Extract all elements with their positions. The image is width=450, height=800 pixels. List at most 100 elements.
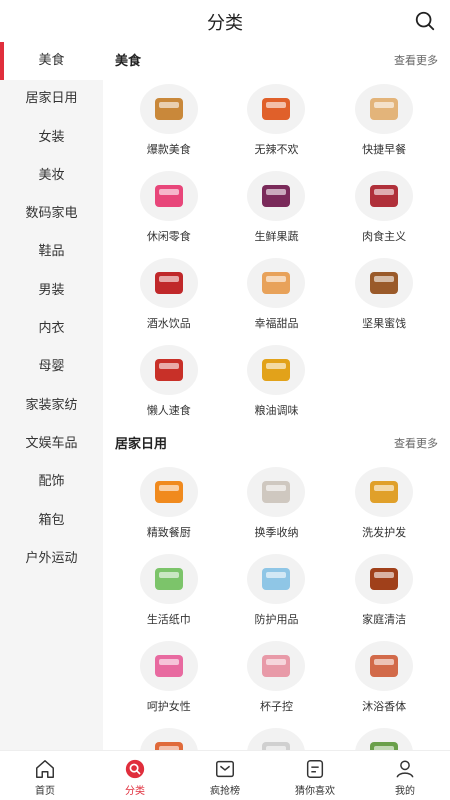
sidebar-item-underwear[interactable]: 内衣 bbox=[0, 310, 103, 348]
subcategory-label: 洗发护发 bbox=[362, 526, 407, 539]
tab-label: 我的 bbox=[395, 786, 415, 797]
subcategory-label: 精致餐厨 bbox=[146, 526, 191, 539]
subcategory-label: 生活纸巾 bbox=[146, 613, 191, 626]
page-title: 分类 bbox=[207, 13, 243, 34]
sidebar-item-home-textile[interactable]: 家装家纺 bbox=[0, 387, 103, 425]
section-header: 美食 查看更多 bbox=[115, 42, 438, 77]
tab-label: 分类 bbox=[125, 786, 145, 797]
sidebar-item-label: 鞋品 bbox=[38, 244, 65, 260]
subcategory-item[interactable]: 爆款美食 bbox=[115, 77, 223, 164]
category-sidebar: 美食 居家日用 女装 美妆 数码家电 鞋品 男装 内衣 母婴 家装家纺 文娱车品… bbox=[0, 42, 103, 750]
subcategory-item[interactable]: 坚果蜜饯 bbox=[330, 251, 438, 338]
subcategory-item[interactable] bbox=[330, 721, 438, 750]
subcategory-item[interactable]: 无辣不欢 bbox=[223, 77, 331, 164]
tab-label: 猜你喜欢 bbox=[295, 786, 335, 797]
subcategory-item[interactable]: 肉食主义 bbox=[330, 164, 438, 251]
sidebar-item-label: 男装 bbox=[38, 282, 65, 298]
sidebar-item-label: 居家日用 bbox=[25, 91, 78, 107]
top-header: 分类 bbox=[0, 0, 450, 42]
subcategory-item[interactable]: 生鲜果蔬 bbox=[223, 164, 331, 251]
view-more-link[interactable]: 查看更多 bbox=[394, 435, 438, 451]
sidebar-item-womens-wear[interactable]: 女装 bbox=[0, 119, 103, 157]
category-content[interactable]: 美食 查看更多 爆款美食 无辣不欢 快捷早餐 休闲零食 生鲜果蔬 肉食主义 酒水… bbox=[103, 42, 450, 750]
section-header: 居家日用 查看更多 bbox=[115, 425, 438, 460]
subcategory-item[interactable]: 休闲零食 bbox=[115, 164, 223, 251]
subcategory-item[interactable] bbox=[223, 721, 331, 750]
sidebar-item-food[interactable]: 美食 bbox=[0, 42, 103, 81]
subcategory-label: 懒人速食 bbox=[146, 404, 191, 417]
sidebar-item-baby[interactable]: 母婴 bbox=[0, 348, 103, 386]
meat-box-icon bbox=[355, 171, 414, 221]
sidebar-item-mens-wear[interactable]: 男装 bbox=[0, 272, 103, 310]
subcategory-label: 家庭清洁 bbox=[362, 613, 407, 626]
sidebar-item-label: 户外运动 bbox=[25, 550, 78, 566]
subcategory-item[interactable] bbox=[115, 721, 223, 750]
subcategory-label: 幸福甜品 bbox=[254, 317, 299, 330]
subcategory-item[interactable]: 换季收纳 bbox=[223, 460, 331, 547]
subcategory-item[interactable]: 沐浴香体 bbox=[330, 634, 438, 721]
category-section: 美食 查看更多 爆款美食 无辣不欢 快捷早餐 休闲零食 生鲜果蔬 肉食主义 酒水… bbox=[103, 42, 450, 425]
spray-icon bbox=[139, 728, 198, 750]
subcategory-label: 快捷早餐 bbox=[362, 143, 407, 156]
drawer-icon bbox=[247, 467, 306, 517]
spicy-meat-icon bbox=[247, 84, 306, 134]
subcategory-grid: 精致餐厨 换季收纳 洗发护发 生活纸巾 防护用品 家庭清洁 呵护女性 杯子控 沐… bbox=[115, 460, 438, 750]
sidebar-item-label: 美妆 bbox=[38, 167, 65, 183]
bottles-icon bbox=[139, 258, 198, 308]
pad-pack-icon bbox=[139, 641, 198, 691]
tab-label: 首页 bbox=[35, 786, 55, 797]
pot-icon bbox=[139, 467, 198, 517]
subcategory-item[interactable]: 酒水饮品 bbox=[115, 251, 223, 338]
sidebar-item-label: 内衣 bbox=[38, 321, 65, 337]
guess-like-icon bbox=[306, 760, 324, 778]
tab-ranking[interactable]: 疯抢榜 bbox=[180, 751, 270, 800]
sidebar-item-label: 家装家纺 bbox=[25, 397, 78, 413]
subcategory-item[interactable]: 快捷早餐 bbox=[330, 77, 438, 164]
subcategory-label: 酒水饮品 bbox=[146, 317, 191, 330]
subcategory-label: 生鲜果蔬 bbox=[254, 230, 299, 243]
sidebar-item-beauty[interactable]: 美妆 bbox=[0, 157, 103, 195]
bread-icon bbox=[355, 84, 414, 134]
home-icon bbox=[36, 760, 54, 778]
sidebar-item-shoes[interactable]: 鞋品 bbox=[0, 233, 103, 271]
bottom-tabbar: 首页 分类 疯抢榜 猜你喜欢 我的 bbox=[0, 750, 450, 800]
tab-category[interactable]: 分类 bbox=[90, 751, 180, 800]
subcategory-item[interactable]: 幸福甜品 bbox=[223, 251, 331, 338]
subcategory-label: 沐浴香体 bbox=[362, 700, 407, 713]
sidebar-item-label: 箱包 bbox=[38, 512, 65, 528]
sidebar-item-outdoor[interactable]: 户外运动 bbox=[0, 540, 103, 578]
nuts-box-icon bbox=[355, 258, 414, 308]
subcategory-label: 休闲零食 bbox=[146, 230, 191, 243]
subcategory-item[interactable]: 精致餐厨 bbox=[115, 460, 223, 547]
tab-guess-like[interactable]: 猜你喜欢 bbox=[270, 751, 360, 800]
search-icon[interactable] bbox=[414, 10, 436, 32]
subcategory-item[interactable]: 防护用品 bbox=[223, 547, 331, 634]
sidebar-item-accessories[interactable]: 配饰 bbox=[0, 463, 103, 501]
tab-home[interactable]: 首页 bbox=[0, 751, 90, 800]
tissue-icon bbox=[139, 554, 198, 604]
subcategory-item[interactable]: 洗发护发 bbox=[330, 460, 438, 547]
sidebar-item-label: 数码家电 bbox=[25, 206, 78, 222]
section-title: 居家日用 bbox=[115, 437, 168, 452]
fruit-icon bbox=[247, 171, 306, 221]
sidebar-item-entertainment-car[interactable]: 文娱车品 bbox=[0, 425, 103, 463]
sidebar-item-label: 女装 bbox=[38, 129, 65, 145]
sidebar-item-home-goods[interactable]: 居家日用 bbox=[0, 80, 103, 118]
subcategory-label: 无辣不欢 bbox=[254, 143, 299, 156]
subcategory-item[interactable]: 杯子控 bbox=[223, 634, 331, 721]
subcategory-item[interactable]: 粮油调味 bbox=[223, 338, 331, 425]
tab-profile[interactable]: 我的 bbox=[360, 751, 450, 800]
subcategory-item[interactable]: 懒人速食 bbox=[115, 338, 223, 425]
bottles2-icon bbox=[355, 728, 414, 750]
ranking-icon bbox=[216, 760, 234, 778]
subcategory-item[interactable]: 生活纸巾 bbox=[115, 547, 223, 634]
sidebar-item-digital[interactable]: 数码家电 bbox=[0, 195, 103, 233]
subcategory-label: 防护用品 bbox=[254, 613, 299, 626]
subcategory-label: 肉食主义 bbox=[362, 230, 407, 243]
sidebar-item-label: 文娱车品 bbox=[25, 435, 78, 451]
subcategory-label: 换季收纳 bbox=[254, 526, 299, 539]
view-more-link[interactable]: 查看更多 bbox=[394, 52, 438, 68]
subcategory-item[interactable]: 家庭清洁 bbox=[330, 547, 438, 634]
sidebar-item-bags[interactable]: 箱包 bbox=[0, 502, 103, 540]
subcategory-item[interactable]: 呵护女性 bbox=[115, 634, 223, 721]
